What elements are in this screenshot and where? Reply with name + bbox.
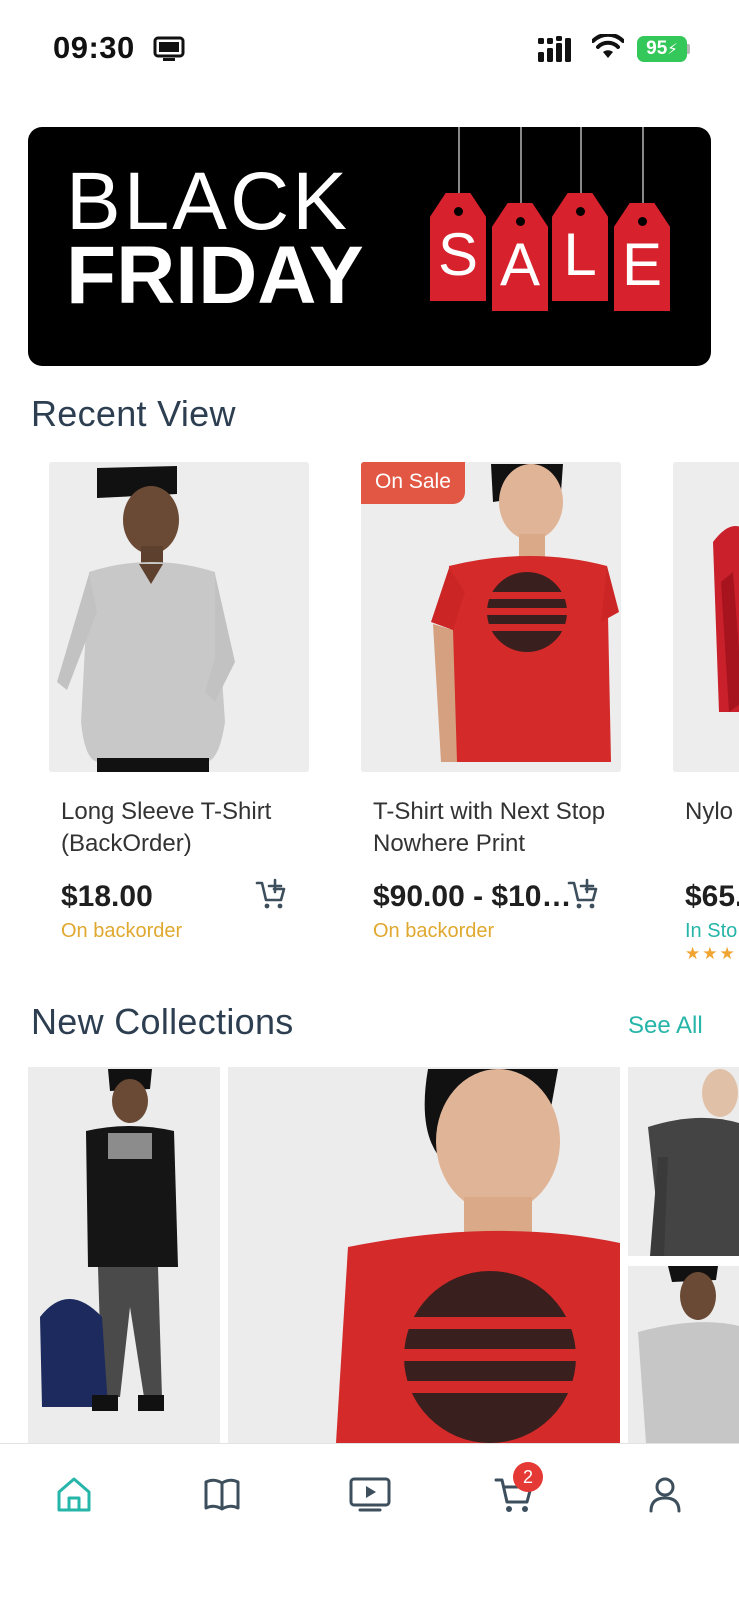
product-image[interactable] xyxy=(49,462,309,772)
collection-image[interactable] xyxy=(228,1067,620,1443)
book-icon xyxy=(204,1478,240,1511)
video-icon xyxy=(349,1477,391,1512)
product-price: $18.00 xyxy=(61,880,153,913)
stock-status: On backorder xyxy=(373,920,495,942)
product-price: $65. xyxy=(685,880,739,913)
banner-line-friday: FRIDAY xyxy=(66,229,364,321)
collection-image[interactable] xyxy=(628,1266,739,1443)
new-collections-title: New Collections xyxy=(31,1001,294,1042)
product-name[interactable]: Long Sleeve T-Shirt (BackOrder) xyxy=(61,796,301,860)
black-friday-banner[interactable]: BLACK FRIDAY S A L E xyxy=(28,127,711,366)
tag-string xyxy=(458,127,460,197)
sale-tag: S xyxy=(430,193,486,301)
product-image[interactable]: On Sale xyxy=(361,462,621,772)
battery-cap xyxy=(687,44,690,54)
tag-string xyxy=(580,127,582,197)
signal-icon xyxy=(538,36,571,62)
product-image[interactable] xyxy=(673,462,739,772)
stock-status: In Sto xyxy=(685,920,738,942)
on-sale-badge: On Sale xyxy=(361,462,465,504)
product-name[interactable]: T-Shirt with Next Stop Nowhere Print xyxy=(373,796,613,860)
sale-tag: A xyxy=(492,203,548,311)
home-icon xyxy=(57,1477,91,1512)
banner-text: BLACK FRIDAY xyxy=(66,156,364,321)
see-all-link[interactable]: See All xyxy=(628,1012,703,1040)
tag-string xyxy=(642,127,644,207)
status-time: 09:30 xyxy=(53,30,135,65)
nav-profile[interactable] xyxy=(639,1468,691,1520)
wifi-icon xyxy=(592,34,624,58)
sale-tag: L xyxy=(552,193,608,301)
nav-videos[interactable] xyxy=(344,1468,396,1520)
rating-stars: ★★★ xyxy=(685,944,737,963)
add-to-cart-icon[interactable] xyxy=(254,878,288,912)
bottom-nav: 2 xyxy=(0,1443,739,1600)
tag-string xyxy=(520,127,522,207)
collection-image[interactable] xyxy=(628,1067,739,1256)
product-name[interactable]: Nylo Pak'l xyxy=(685,796,739,828)
product-card[interactable]: Long Sleeve T-Shirt (BackOrder) $18.00 O… xyxy=(49,462,309,972)
status-bar: 09:30 95 ⚡ xyxy=(0,0,739,100)
recent-view-title: Recent View xyxy=(31,393,236,434)
product-card[interactable]: On Sale T-Shirt with Next Stop Nowhere P… xyxy=(361,462,621,972)
product-price: $90.00 - $100.00 xyxy=(373,880,583,913)
sale-tag: E xyxy=(614,203,670,311)
profile-icon xyxy=(649,1477,681,1513)
add-to-cart-icon[interactable] xyxy=(566,878,600,912)
collection-image[interactable] xyxy=(28,1067,220,1443)
stock-status: On backorder xyxy=(61,920,183,942)
product-card[interactable]: Nylo Pak'l $65. In Sto ★★★ xyxy=(673,462,739,972)
nav-catalog[interactable] xyxy=(196,1468,248,1520)
battery-level: 95 xyxy=(646,38,668,59)
battery-charging-icon: 95 ⚡ xyxy=(637,36,687,62)
cart-count-badge: 2 xyxy=(513,1462,543,1492)
banner-line-black: BLACK xyxy=(66,156,350,247)
screen-mirror-icon xyxy=(153,36,185,61)
nav-home[interactable] xyxy=(48,1468,100,1520)
